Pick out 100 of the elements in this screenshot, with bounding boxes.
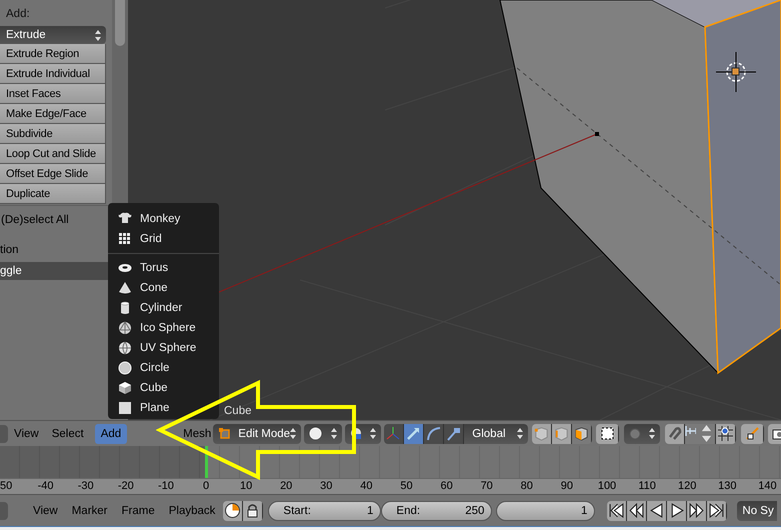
current-frame-field[interactable]: 1 <box>496 500 596 520</box>
frame-number: 80 <box>520 479 533 494</box>
tool-button[interactable]: Inset Faces <box>0 84 106 104</box>
frame-number: 60 <box>440 479 453 494</box>
menu-item[interactable]: Cylinder <box>108 298 219 318</box>
updown-icon <box>517 428 524 439</box>
menu-item[interactable]: Monkey <box>108 209 219 229</box>
jump-end-icon <box>708 502 726 519</box>
clock-icon <box>224 502 242 519</box>
menu-button[interactable]: View <box>8 424 45 444</box>
scrollbar-thumb[interactable] <box>115 0 125 46</box>
extrude-dropdown[interactable]: Extrude <box>0 26 106 44</box>
menu-item[interactable]: Cube <box>108 378 219 398</box>
frame-number: 50 <box>0 479 12 494</box>
proportional-dropdown[interactable] <box>624 424 660 444</box>
snap-element-dropdown[interactable] <box>685 424 716 444</box>
playback-button[interactable] <box>667 500 688 520</box>
updown-icon <box>95 30 101 40</box>
snap-button[interactable] <box>665 424 686 444</box>
frame-number: 120 <box>678 479 696 494</box>
playback-button[interactable] <box>607 500 628 520</box>
menu-item[interactable]: Ico Sphere <box>108 318 219 338</box>
rotate-manipulator-button[interactable] <box>424 424 444 444</box>
edit-mode-icon <box>218 426 232 440</box>
field-label: tion <box>0 244 20 256</box>
frame-number: -20 <box>118 479 134 494</box>
menu-item[interactable]: Circle <box>108 358 219 378</box>
shading-dropdown[interactable] <box>304 424 342 444</box>
playback-button[interactable] <box>647 500 668 520</box>
vertex-select-button[interactable] <box>532 424 552 444</box>
orientation-dropdown[interactable]: Global <box>464 424 528 444</box>
frame-number: 70 <box>480 479 493 494</box>
tool-button[interactable]: Duplicate <box>0 184 106 204</box>
menu-button[interactable]: Marker <box>66 500 114 520</box>
menu-button[interactable]: Playback <box>162 500 222 520</box>
rotate-icon <box>425 425 442 442</box>
jump-start-icon <box>608 502 626 519</box>
fast-forward-icon <box>688 502 706 519</box>
uvsphere-icon <box>118 341 132 355</box>
tool-button[interactable]: Offset Edge Slide <box>0 164 106 184</box>
keying-button[interactable] <box>223 500 244 520</box>
menu-button[interactable]: Mesh <box>183 424 212 444</box>
frame-number: 110 <box>638 479 656 494</box>
dotted-square-icon <box>598 425 616 442</box>
menu-item[interactable]: Cone <box>108 278 219 298</box>
arrows-icon <box>744 425 761 442</box>
cylinder-icon <box>118 301 132 315</box>
frame-number: 40 <box>360 479 373 494</box>
face-mode-icon <box>573 425 590 442</box>
snap-target-button[interactable] <box>716 424 736 444</box>
edge-select-button[interactable] <box>552 424 572 444</box>
torus-icon <box>118 261 132 275</box>
menu-button[interactable]: View <box>27 500 64 520</box>
object-label: Cube <box>224 405 252 417</box>
frame-number: 140 <box>758 479 777 494</box>
mode-dropdown[interactable]: Edit Mode <box>213 424 302 444</box>
playback-button[interactable] <box>687 500 708 520</box>
scale-manipulator-button[interactable] <box>444 424 464 444</box>
grid-target-icon <box>717 425 734 442</box>
frame-number: 90 <box>560 479 574 494</box>
occlude-button[interactable] <box>596 424 620 444</box>
tool-button[interactable]: Extrude Individual <box>0 64 106 84</box>
tool-button[interactable]: Loop Cut and Slide <box>0 144 106 164</box>
menu-item[interactable]: Torus <box>108 258 219 278</box>
lock-button[interactable] <box>243 500 264 520</box>
align-button[interactable] <box>741 424 764 444</box>
action-dropdown[interactable]: ggle <box>0 262 108 280</box>
playback-button[interactable] <box>707 500 728 520</box>
menu-button[interactable]: Frame <box>116 500 161 520</box>
tool-button[interactable]: Make Edge/Face <box>0 104 106 124</box>
menu-button[interactable]: Select <box>46 424 90 444</box>
menu-item[interactable]: Grid <box>108 229 219 249</box>
scale-icon <box>445 425 462 442</box>
grid-icon <box>118 232 132 246</box>
frame-number: 10 <box>240 479 252 494</box>
tool-button[interactable]: Subdivide <box>0 124 106 144</box>
icosphere-icon <box>118 321 132 335</box>
vertex-mode-icon <box>533 425 550 442</box>
menu-button[interactable]: Add <box>94 424 128 444</box>
frame-number: 50 <box>400 479 413 494</box>
circle-icon <box>118 361 132 375</box>
updown-icon <box>649 428 656 439</box>
frame-number: -40 <box>38 479 54 494</box>
translate-manipulator-button[interactable] <box>404 424 424 444</box>
playback-button[interactable] <box>627 500 648 520</box>
menu-item[interactable]: UV Sphere <box>108 338 219 358</box>
sphere-icon <box>309 427 322 440</box>
start-frame-field[interactable]: Start: 1 <box>268 500 382 520</box>
frame-number: 20 <box>280 479 292 494</box>
tool-button[interactable]: Extrude Region <box>0 44 106 64</box>
magnet-icon <box>666 425 684 442</box>
end-frame-field[interactable]: End: 250 <box>381 500 492 520</box>
face-select-button[interactable] <box>572 424 592 444</box>
cube-icon <box>118 381 132 395</box>
current-frame-line <box>205 446 208 478</box>
frame-number: 130 <box>718 479 736 494</box>
sync-dropdown[interactable]: No Sy <box>737 500 778 520</box>
menu-item[interactable]: Plane <box>108 398 219 418</box>
frame-number: -30 <box>78 479 94 494</box>
updown-icon <box>331 428 338 439</box>
